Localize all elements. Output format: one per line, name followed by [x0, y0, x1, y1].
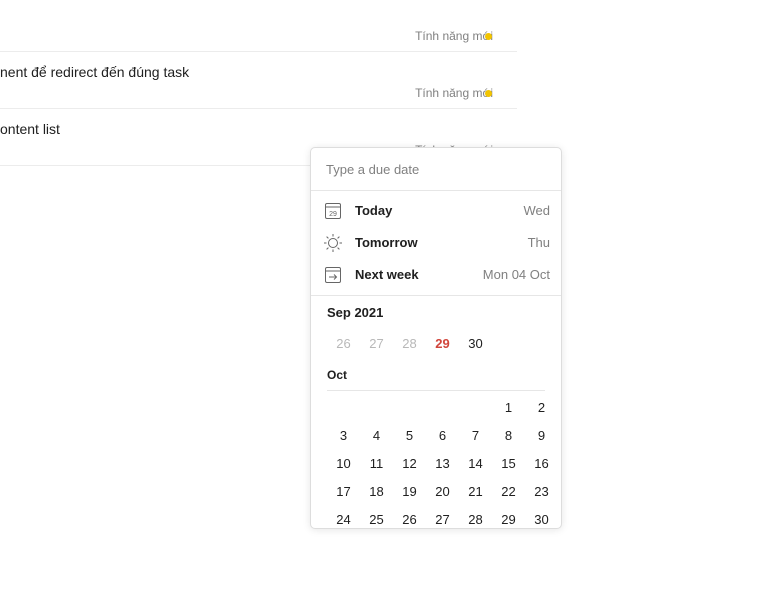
calendar-day[interactable]: 23	[459, 320, 492, 330]
calendar-day[interactable]: 28	[393, 330, 426, 358]
calendar-week: 24 25 26 27 28 29 30	[327, 506, 558, 528]
calendar-grid: 192021222324252627282930Oct1234567891011…	[327, 320, 558, 528]
calendar-day[interactable]: 3	[327, 422, 360, 450]
divider	[311, 295, 561, 296]
calendar-day[interactable]: 21	[393, 320, 426, 330]
calendar-day[interactable]: 25	[360, 506, 393, 528]
calendar-day[interactable]: 20	[360, 320, 393, 330]
sun-icon	[324, 234, 342, 252]
calendar-week: 17 18 19 20 21 22 23	[327, 478, 558, 506]
calendar-today-icon: 29	[325, 203, 341, 219]
quick-option-label: Tomorrow	[355, 235, 418, 250]
calendar-day[interactable]: 14	[459, 450, 492, 478]
quick-option-label: Today	[355, 203, 393, 218]
calendar-day[interactable]: 18	[360, 478, 393, 506]
calendar-day[interactable]: 23	[525, 478, 558, 506]
calendar-day[interactable]: 21	[459, 478, 492, 506]
quick-option-next-week[interactable]: Next week Mon 04 Oct	[311, 259, 561, 291]
quick-option-today[interactable]: 29 Today Wed	[311, 195, 561, 227]
calendar-day[interactable]: 6	[426, 422, 459, 450]
quick-option-day: Thu	[527, 235, 550, 250]
calendar-week: 19202122232425	[327, 320, 558, 330]
calendar-day[interactable]: 26	[393, 506, 426, 528]
quick-option-label: Next week	[355, 267, 419, 282]
calendar-day[interactable]: 30	[525, 506, 558, 528]
calendar-day[interactable]: 19	[393, 478, 426, 506]
calendar-month-header: Sep 2021	[327, 305, 384, 320]
calendar-day[interactable]: 8	[492, 422, 525, 450]
quick-option-day: Wed	[523, 203, 551, 218]
task-title[interactable]: nent để redirect đến đúng task	[0, 64, 189, 80]
calendar-day[interactable]: 10	[327, 450, 360, 478]
calendar-day[interactable]: 27	[426, 506, 459, 528]
calendar-day[interactable]: 27	[360, 330, 393, 358]
month-divider	[327, 390, 545, 391]
calendar-day[interactable]: 30	[459, 330, 492, 358]
task-label: Tính năng mới	[415, 29, 493, 43]
calendar-day[interactable]: 13	[426, 450, 459, 478]
calendar-week: 12	[327, 394, 558, 422]
calendar-day[interactable]: 4	[360, 422, 393, 450]
divider	[311, 190, 561, 191]
task-row[interactable]: nent để redirect đến đúng task Tính năng…	[0, 52, 517, 109]
calendar-day[interactable]: 9	[525, 422, 558, 450]
calendar-day[interactable]: 15	[492, 450, 525, 478]
label-dot-icon	[485, 90, 492, 97]
calendar-day[interactable]: 28	[459, 506, 492, 528]
calendar-day[interactable]: 25	[525, 320, 558, 330]
due-date-picker: 29 Today Wed Tomorrow Thu Next week Mon …	[310, 147, 562, 529]
calendar-day[interactable]: 2	[525, 394, 558, 422]
quick-option-tomorrow[interactable]: Tomorrow Thu	[311, 227, 561, 259]
month-label-text: Oct	[327, 368, 348, 382]
calendar-day[interactable]: 1	[492, 394, 525, 422]
calendar-day[interactable]: 24	[492, 320, 525, 330]
task-title[interactable]: ontent list	[0, 121, 60, 137]
calendar-day[interactable]: 26	[327, 330, 360, 358]
calendar-day[interactable]: 5	[393, 422, 426, 450]
calendar-scroll-area[interactable]: 192021222324252627282930Oct1234567891011…	[311, 320, 561, 528]
calendar-day[interactable]: 12	[393, 450, 426, 478]
calendar-week: 10 11 12 13 14 15 16	[327, 450, 558, 478]
calendar-day[interactable]: 24	[327, 506, 360, 528]
quick-option-day: Mon 04 Oct	[482, 267, 550, 282]
calendar-day[interactable]: 22	[492, 478, 525, 506]
calendar-month-label: Oct	[327, 358, 558, 390]
task-row[interactable]: Tính năng mới	[0, 0, 517, 52]
task-label: Tính năng mới	[415, 86, 493, 100]
calendar-day[interactable]: 29	[492, 506, 525, 528]
calendar-day[interactable]: 29	[426, 330, 459, 358]
calendar-day[interactable]: 22	[426, 320, 459, 330]
next-week-icon	[325, 267, 341, 283]
calendar-day[interactable]: 19	[327, 320, 360, 330]
calendar-week: 26 27 28 29 30	[327, 330, 558, 358]
calendar-day[interactable]: 17	[327, 478, 360, 506]
svg-text:29: 29	[329, 211, 337, 218]
calendar-day[interactable]: 7	[459, 422, 492, 450]
due-date-input[interactable]	[311, 148, 561, 190]
calendar-day[interactable]: 20	[426, 478, 459, 506]
calendar-week: 3456789	[327, 422, 558, 450]
calendar-day[interactable]: 16	[525, 450, 558, 478]
label-dot-icon	[485, 33, 492, 40]
calendar-day[interactable]: 11	[360, 450, 393, 478]
